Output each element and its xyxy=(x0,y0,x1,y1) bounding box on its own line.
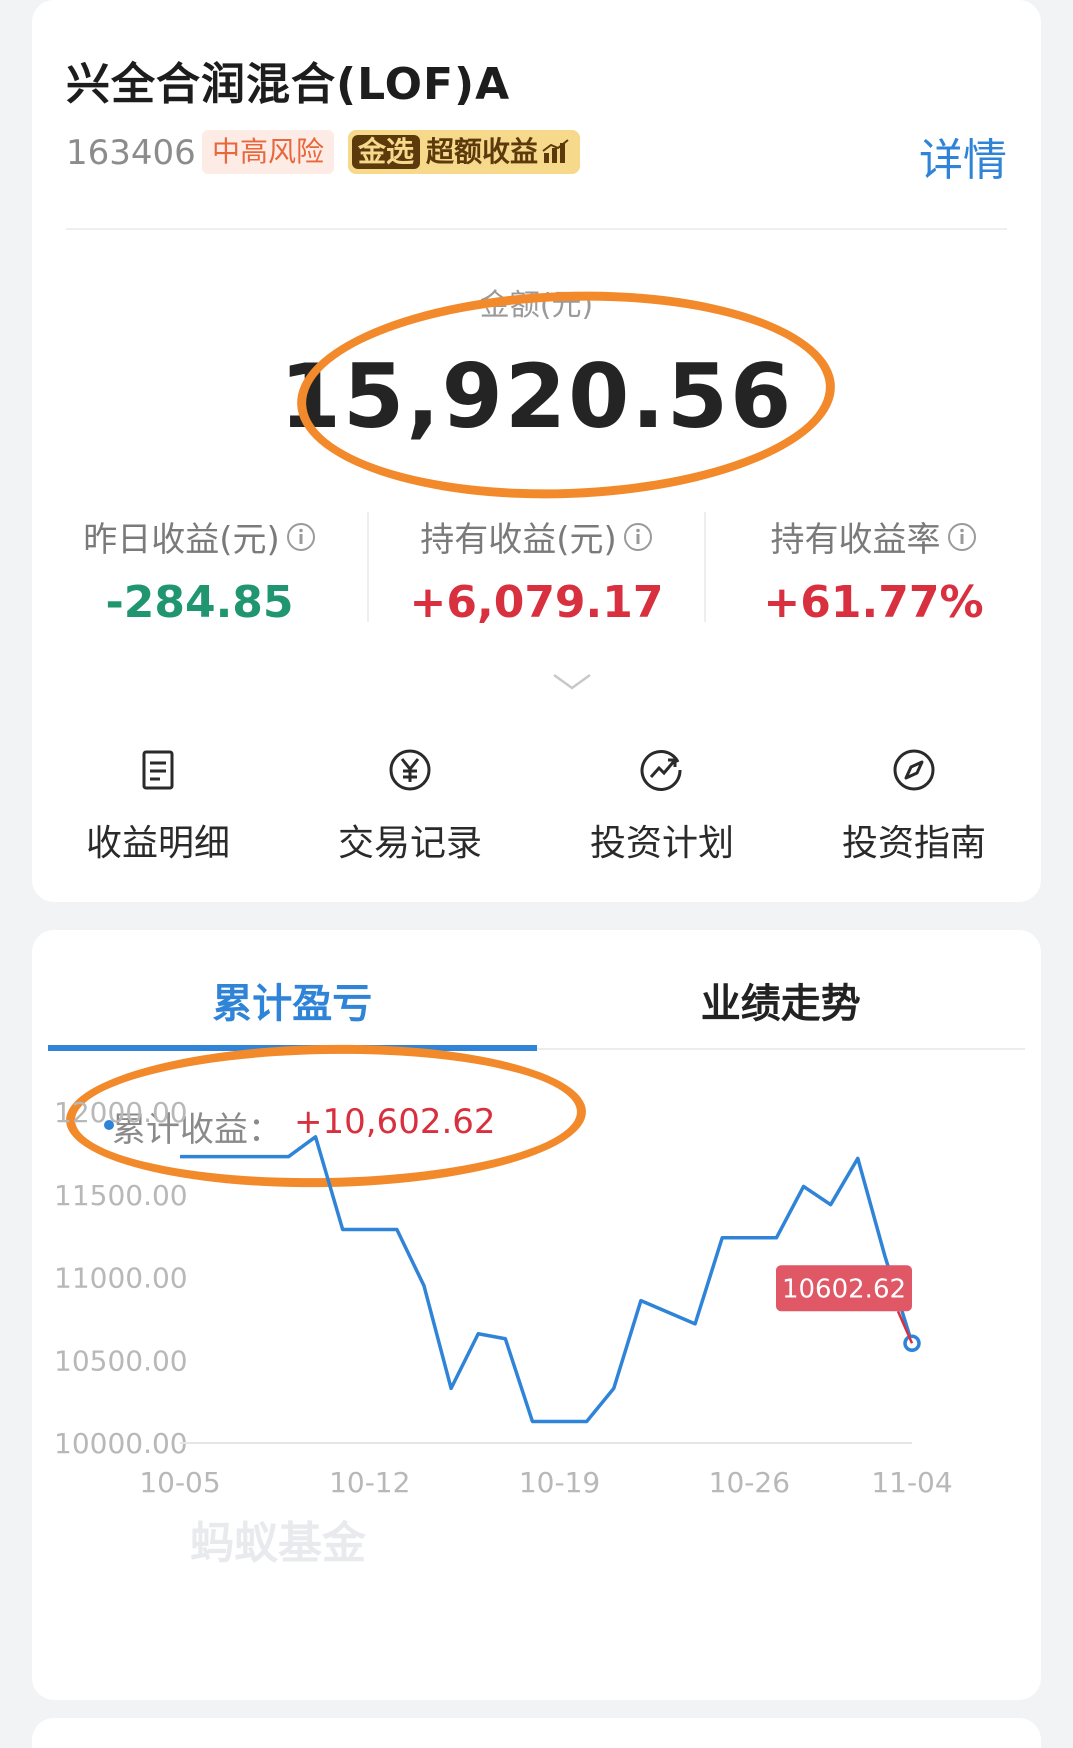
watermark: 蚂蚁基金 xyxy=(190,1518,367,1569)
x-tick-label: 11-04 xyxy=(871,1466,952,1499)
gold-select-text: 超额收益 xyxy=(426,135,539,168)
y-tick-label: 11500.00 xyxy=(54,1179,188,1212)
action-invest-plan[interactable]: 投资计划 xyxy=(536,748,788,866)
stats-row: 昨日收益(元) -284.85 持有收益(元) +6,079.17 持有收益率 … xyxy=(32,512,1041,628)
stat-value: +61.77% xyxy=(763,577,984,628)
divider xyxy=(66,228,1007,230)
action-trade-records[interactable]: 交易记录 xyxy=(284,748,536,866)
detail-link[interactable]: 详情 xyxy=(919,124,1007,188)
x-tick-label: 10-19 xyxy=(519,1466,600,1499)
action-label: 投资计划 xyxy=(589,823,734,864)
stat-holding-profit[interactable]: 持有收益(元) +6,079.17 xyxy=(367,512,704,628)
fund-code: 163406 xyxy=(66,133,196,173)
cumulative-profit-chart[interactable]: 蚂蚁基金 12000.00 11500.00 11000.00 10500.00 100… xyxy=(32,930,1041,1700)
trend-circle-icon xyxy=(640,750,682,791)
y-tick-label: 11000.00 xyxy=(54,1262,188,1295)
y-tick-label: 12000.00 xyxy=(54,1096,188,1129)
stat-label: 持有收益(元) xyxy=(420,520,617,560)
amount-value: 15,920.56 xyxy=(279,345,794,448)
gold-select-badge: 金选 超额收益 xyxy=(348,130,581,174)
next-card-edge xyxy=(32,1718,1041,1748)
fund-name: 兴全合润混合(LOF)A xyxy=(66,59,511,110)
last-value-label: 10602.62 xyxy=(782,1274,906,1304)
info-icon[interactable] xyxy=(623,522,653,552)
chevron-down-icon[interactable] xyxy=(552,672,592,692)
amount-label: 金额(元) xyxy=(479,288,594,323)
action-label: 收益明细 xyxy=(85,823,230,864)
x-tick-label: 10-26 xyxy=(709,1466,790,1499)
profit-chart-card: 累计盈亏 业绩走势 累计收益： +10,602.62 蚂蚁基金 12000.00… xyxy=(32,930,1041,1700)
gold-select-tag: 金选 xyxy=(352,135,421,169)
document-icon xyxy=(142,750,174,790)
stat-holding-rate[interactable]: 持有收益率 +61.77% xyxy=(704,512,1041,628)
stat-yesterday-profit[interactable]: 昨日收益(元) -284.85 xyxy=(32,512,367,628)
action-invest-guide[interactable]: 投资指南 xyxy=(788,748,1040,866)
stat-label: 昨日收益(元) xyxy=(83,520,280,560)
yen-circle-icon xyxy=(389,749,431,791)
y-tick-label: 10500.00 xyxy=(54,1344,188,1377)
action-bar: 收益明细 交易记录 投资计划 投资指南 xyxy=(32,748,1041,866)
x-tick-label: 10-12 xyxy=(329,1466,410,1499)
action-profit-detail[interactable]: 收益明细 xyxy=(32,748,284,866)
risk-badge: 中高风险 xyxy=(202,130,335,174)
compass-icon xyxy=(893,749,935,791)
stat-value: +6,079.17 xyxy=(409,577,664,628)
x-tick-label: 10-05 xyxy=(139,1466,220,1499)
action-label: 投资指南 xyxy=(841,823,986,864)
fund-summary-card: 兴全合润混合(LOF)A 163406 中高风险 金选 超额收益 详情 金额(元… xyxy=(32,0,1041,902)
bar-chart-icon xyxy=(542,139,569,163)
stat-value: -284.85 xyxy=(105,577,294,628)
action-label: 交易记录 xyxy=(337,823,482,864)
info-icon[interactable] xyxy=(286,522,316,552)
info-icon[interactable] xyxy=(947,522,977,552)
y-tick-label: 10000.00 xyxy=(54,1427,188,1460)
stat-label: 持有收益率 xyxy=(770,520,941,560)
